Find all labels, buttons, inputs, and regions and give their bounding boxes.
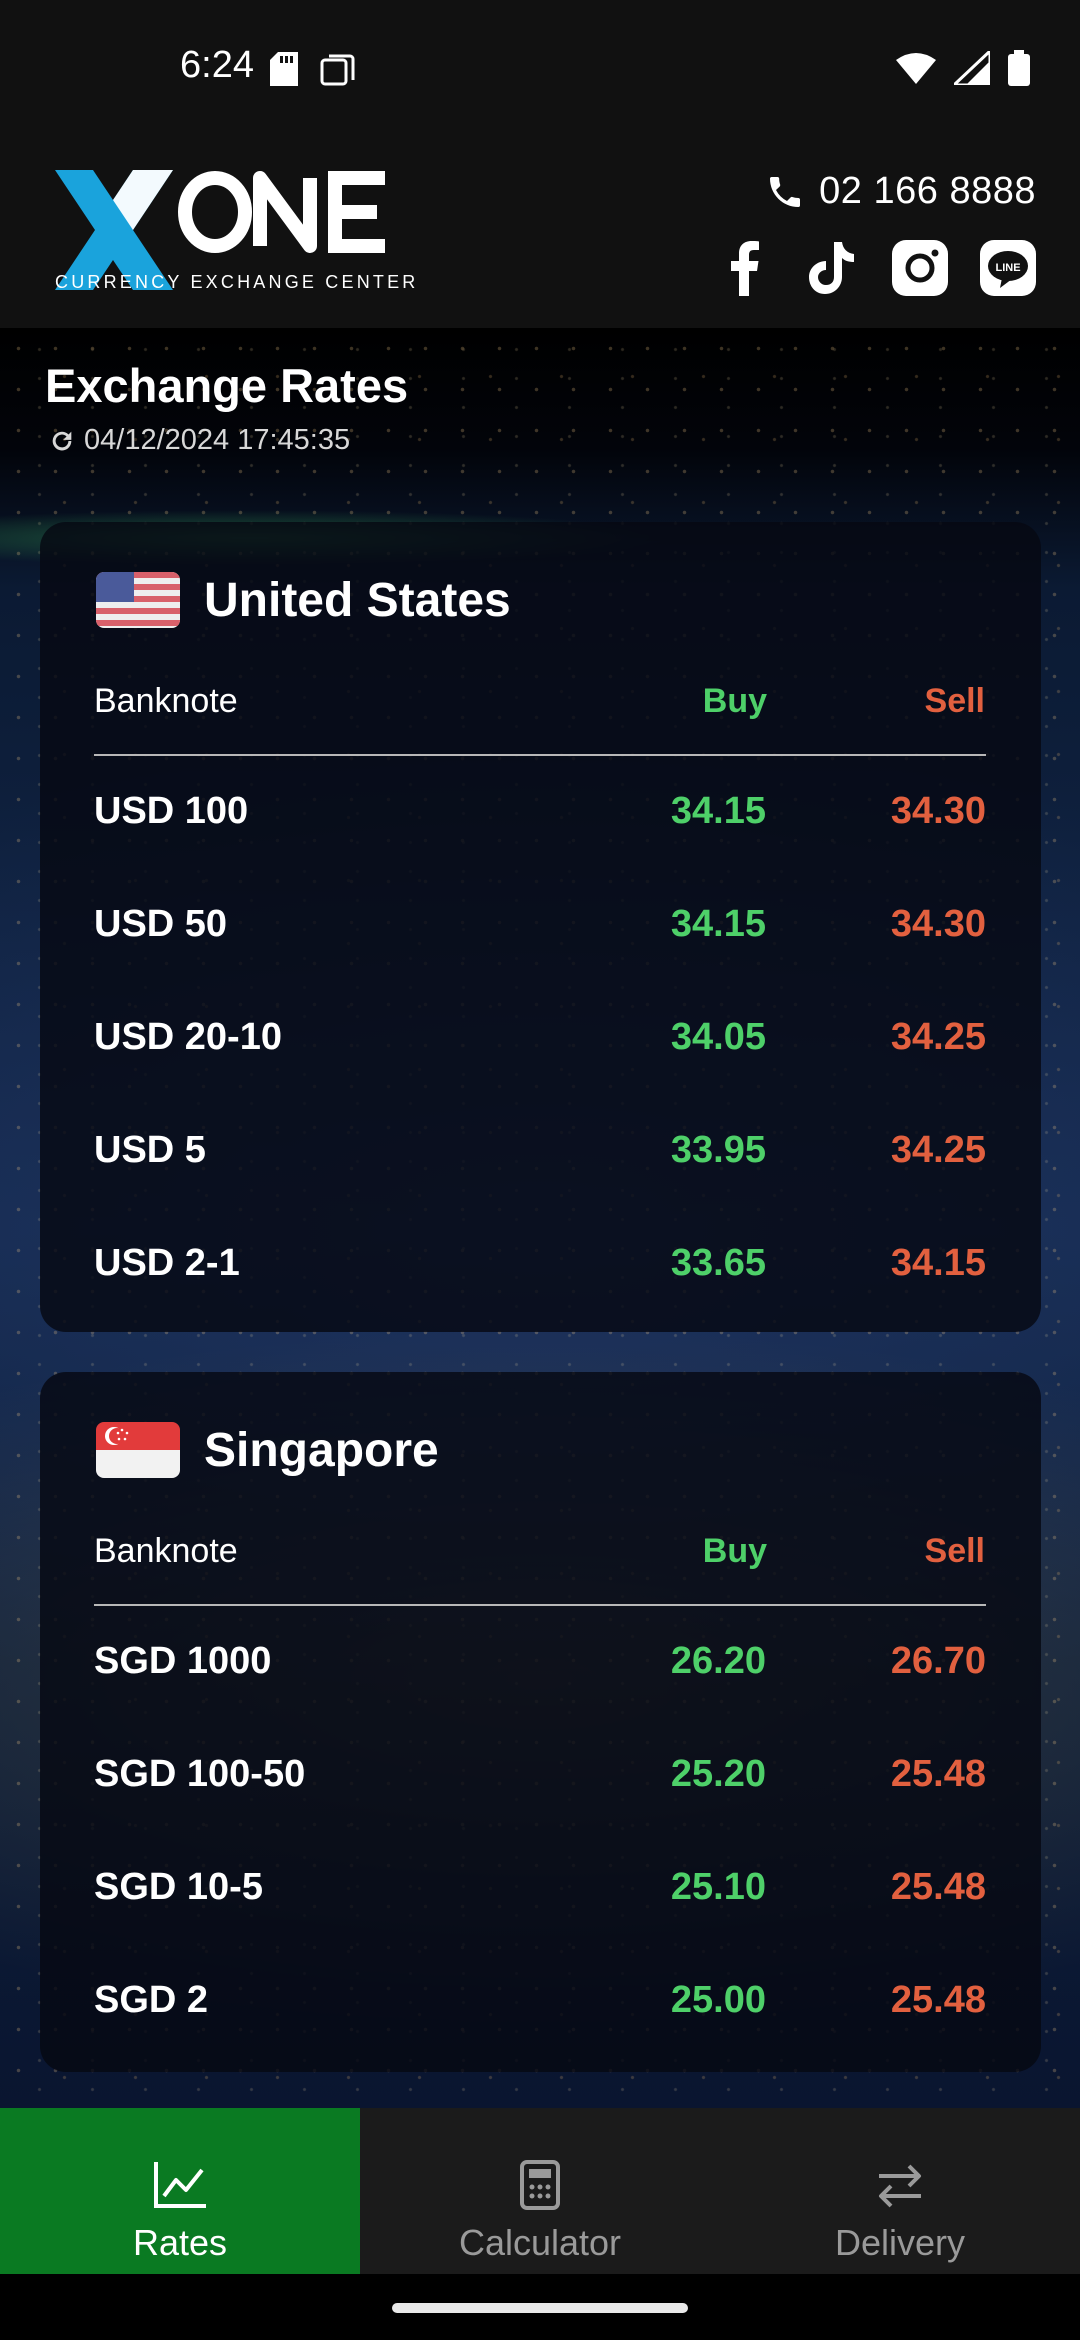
screenshot-icon <box>320 54 355 86</box>
banknote-label: USD 2-1 <box>94 1242 240 1284</box>
social-links: LINE <box>716 240 1036 296</box>
rate-row: USD 100 34.15 34.30 <box>94 790 986 850</box>
status-bar: 6:24 <box>0 0 1080 140</box>
column-banknote: Banknote <box>94 682 238 720</box>
app-header: CURRENCY EXCHANGE CENTER 02 166 8888 LIN… <box>0 140 1080 328</box>
calculator-icon <box>520 2160 560 2210</box>
rate-row: SGD 100-50 25.20 25.48 <box>94 1753 986 1813</box>
sg-flag-icon <box>96 1422 180 1478</box>
rate-row: SGD 10-5 25.10 25.48 <box>94 1866 986 1926</box>
logo-subtitle: CURRENCY EXCHANGE CENTER <box>55 272 419 292</box>
column-banknote: Banknote <box>94 1532 238 1570</box>
sd-card-icon <box>270 52 298 86</box>
nav-rates-label: Rates <box>132 2222 228 2263</box>
buy-rate: 25.10 <box>670 1866 766 1908</box>
buy-rate: 26.20 <box>670 1640 766 1682</box>
phone-link[interactable]: 02 166 8888 <box>765 170 1036 213</box>
divider <box>94 754 986 756</box>
column-buy: Buy <box>702 1532 767 1570</box>
country-name: Singapore <box>204 1423 439 1477</box>
status-icons-left <box>270 52 356 86</box>
wifi-icon <box>896 53 936 84</box>
banknote-label: SGD 1000 <box>94 1640 272 1682</box>
card-header: Singapore <box>96 1422 439 1478</box>
nav-calculator-label: Calculator <box>458 2222 622 2263</box>
sell-rate: 34.30 <box>890 903 986 945</box>
signal-icon <box>954 51 990 85</box>
last-updated[interactable]: 04/12/2024 17:45:35 <box>48 424 350 457</box>
banknote-label: USD 20-10 <box>94 1016 282 1058</box>
us-flag-icon <box>96 572 180 628</box>
column-buy: Buy <box>702 682 767 720</box>
tiktok-icon[interactable] <box>804 240 860 296</box>
rate-row: SGD 1000 26.20 26.70 <box>94 1640 986 1700</box>
swap-arrows-icon <box>879 2164 921 2208</box>
facebook-icon[interactable] <box>716 240 772 296</box>
buy-rate: 25.00 <box>670 1979 766 2021</box>
sell-rate: 34.30 <box>890 790 986 832</box>
nav-delivery[interactable]: Delivery <box>720 2108 1080 2274</box>
buy-rate: 33.95 <box>670 1129 766 1171</box>
timestamp: 04/12/2024 17:45:35 <box>84 424 351 456</box>
rate-card-us: United States Banknote Buy Sell USD 100 … <box>40 522 1041 1332</box>
banknote-label: SGD 2 <box>94 1979 209 2021</box>
column-sell: Sell <box>924 682 985 720</box>
country-name: United States <box>204 573 511 627</box>
phone-number: 02 166 8888 <box>819 170 1036 212</box>
sell-rate: 26.70 <box>890 1640 986 1682</box>
battery-icon <box>1008 50 1030 86</box>
divider <box>94 1604 986 1606</box>
line-icon[interactable]: LINE <box>980 240 1036 296</box>
buy-rate: 34.15 <box>670 790 766 832</box>
chart-line-icon <box>154 2162 206 2208</box>
rate-row: USD 50 34.15 34.30 <box>94 903 986 963</box>
status-time: 6:24 <box>180 44 254 86</box>
instagram-icon[interactable] <box>892 240 948 296</box>
banknote-label: USD 50 <box>94 903 228 945</box>
rate-row: USD 2-1 33.65 34.15 <box>94 1242 986 1302</box>
banknote-label: SGD 10-5 <box>94 1866 263 1908</box>
card-header: United States <box>96 572 511 628</box>
sell-rate: 34.15 <box>890 1242 986 1284</box>
rate-row: USD 5 33.95 34.25 <box>94 1129 986 1189</box>
rate-row: SGD 2 25.00 25.48 <box>94 1979 986 2039</box>
svg-text:LINE: LINE <box>995 262 1020 274</box>
sell-rate: 25.48 <box>890 1753 986 1795</box>
banknote-label: USD 5 <box>94 1129 206 1171</box>
banknote-label: SGD 100-50 <box>94 1753 306 1795</box>
nav-calculator[interactable]: Calculator <box>360 2108 720 2274</box>
nav-delivery-label: Delivery <box>834 2222 966 2263</box>
rate-row: USD 20-10 34.05 34.25 <box>94 1016 986 1076</box>
buy-rate: 34.05 <box>670 1016 766 1058</box>
buy-rate: 33.65 <box>670 1242 766 1284</box>
bottom-navigation: Rates Calculator Delivery <box>0 2108 1080 2274</box>
sell-rate: 34.25 <box>890 1129 986 1171</box>
refresh-icon <box>52 431 72 450</box>
nav-rates[interactable]: Rates <box>0 2108 360 2274</box>
home-indicator[interactable] <box>392 2303 688 2313</box>
status-icons-right <box>896 50 1030 86</box>
page-title: Exchange Rates <box>45 359 409 412</box>
phone-icon <box>770 176 801 207</box>
sell-rate: 25.48 <box>890 1979 986 2021</box>
column-sell: Sell <box>924 1532 985 1570</box>
buy-rate: 34.15 <box>670 903 766 945</box>
sell-rate: 34.25 <box>890 1016 986 1058</box>
banknote-label: USD 100 <box>94 790 249 832</box>
rate-card-sg: Singapore Banknote Buy Sell SGD 1000 26.… <box>40 1372 1041 2072</box>
sell-rate: 25.48 <box>890 1866 986 1908</box>
buy-rate: 25.20 <box>670 1753 766 1795</box>
